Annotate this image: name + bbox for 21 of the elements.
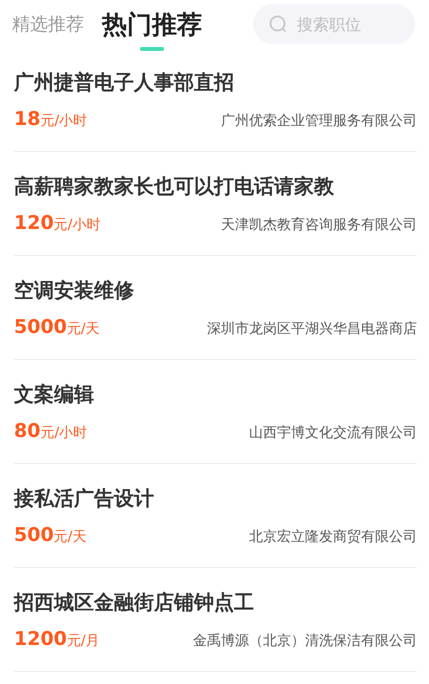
salary: 500元/天 bbox=[14, 524, 86, 546]
job-title[interactable]: 文案编辑 bbox=[14, 381, 417, 408]
salary: 1200元/月 bbox=[14, 628, 100, 650]
salary: 18元/小时 bbox=[14, 108, 88, 130]
tab-indicator bbox=[140, 47, 164, 51]
search-field[interactable]: 搜索职位 bbox=[253, 4, 415, 44]
salary: 80元/小时 bbox=[14, 420, 88, 442]
salary: 5000元/天 bbox=[14, 316, 100, 338]
tab[interactable]: 热门推荐 bbox=[102, 2, 202, 46]
company-name: 北京宏立隆发商贸有限公司 bbox=[249, 528, 417, 546]
company-name: 深圳市龙岗区平湖兴华昌电器商店 bbox=[207, 320, 417, 338]
salary: 120元/小时 bbox=[14, 212, 100, 234]
company-name: 广州优索企业管理服务有限公司 bbox=[221, 112, 417, 130]
job-title[interactable]: 高薪聘家教家长也可以打电话请家教 bbox=[14, 173, 417, 200]
company-name: 金禹博源（北京）清洗保洁有限公司 bbox=[193, 632, 417, 650]
job-title[interactable]: 招西城区金融街店铺钟点工 bbox=[14, 589, 417, 616]
company-name: 天津凯杰教育咨询服务有限公司 bbox=[221, 216, 417, 234]
job-title[interactable]: 广州捷普电子人事部直招 bbox=[14, 69, 417, 96]
company-name: 山西宇博文化交流有限公司 bbox=[249, 424, 417, 442]
job-title[interactable]: 空调安装维修 bbox=[14, 277, 417, 304]
job-title[interactable]: 接私活广告设计 bbox=[14, 485, 417, 512]
